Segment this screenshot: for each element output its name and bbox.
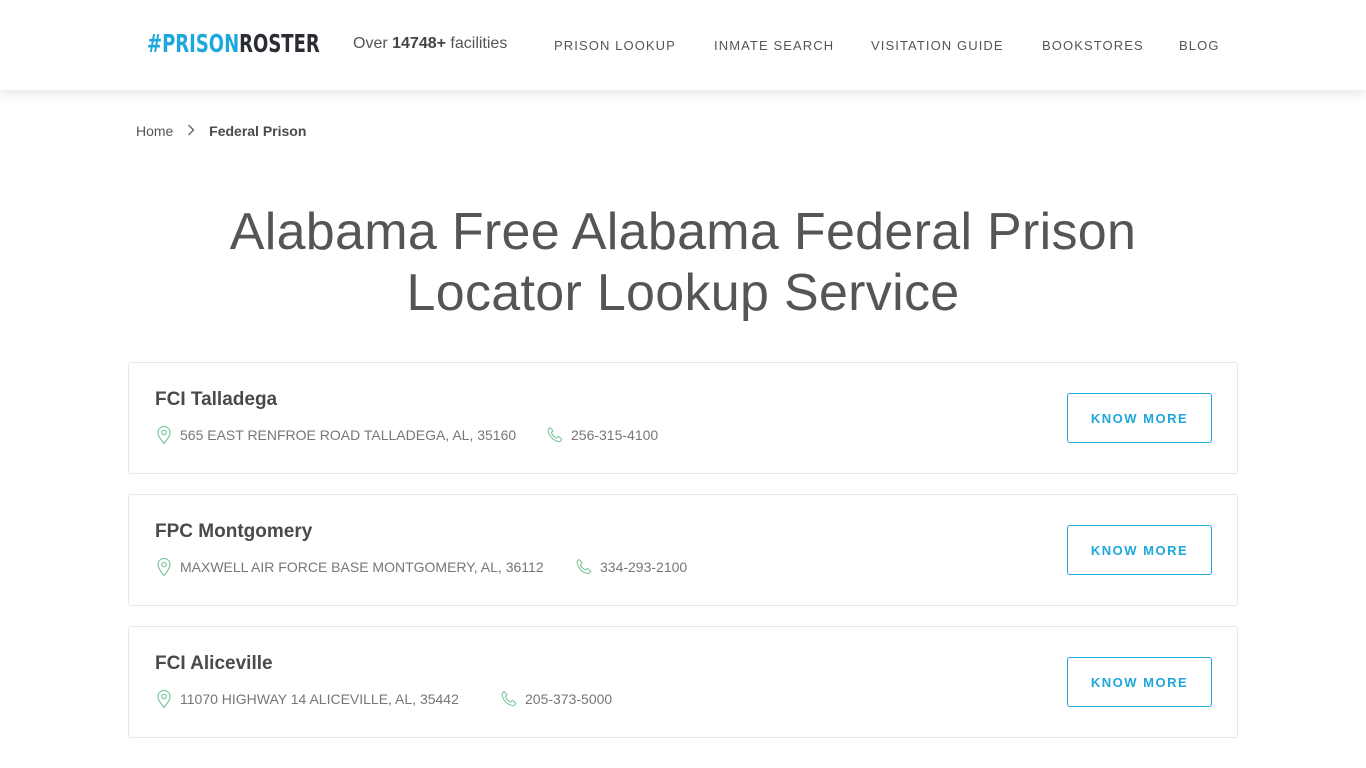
breadcrumb-current: Federal Prison — [209, 123, 307, 139]
chevron-right-icon — [183, 123, 199, 139]
know-more-button[interactable]: KNOW MORE — [1067, 525, 1212, 575]
facility-phone-text[interactable]: 256-315-4100 — [571, 427, 658, 443]
nav-inmate-search[interactable]: INMATE SEARCH — [714, 38, 834, 54]
map-pin-icon — [155, 689, 173, 709]
tagline-prefix: Over — [353, 35, 393, 52]
nav-visitation-guide[interactable]: VISITATION GUIDE — [871, 38, 1004, 54]
phone-icon — [500, 689, 518, 709]
facility-card: FPC Montgomery MAXWELL AIR FORCE BASE MO… — [128, 494, 1238, 606]
facility-address-text: 11070 HIGHWAY 14 ALICEVILLE, AL, 35442 — [180, 691, 459, 707]
phone-icon — [546, 425, 564, 445]
facility-phone: 205-373-5000 — [500, 689, 612, 709]
know-more-button[interactable]: KNOW MORE — [1067, 657, 1212, 707]
facility-phone-text[interactable]: 334-293-2100 — [600, 559, 687, 575]
facility-card: FCI Talladega 565 EAST RENFROE ROAD TALL… — [128, 362, 1238, 474]
nav-blog[interactable]: BLOG — [1179, 38, 1220, 54]
nav-prison-lookup[interactable]: PRISON LOOKUP — [554, 38, 676, 54]
facilities-count: 14748+ — [392, 35, 446, 52]
logo-hash-text: #PRISON — [147, 29, 240, 58]
breadcrumb-home[interactable]: Home — [136, 123, 173, 139]
facility-card: FCI Aliceville 11070 HIGHWAY 14 ALICEVIL… — [128, 626, 1238, 738]
map-pin-icon — [155, 557, 173, 577]
facility-address-text: 565 EAST RENFROE ROAD TALLADEGA, AL, 351… — [180, 427, 517, 443]
logo-roster-text: ROSTER — [239, 29, 320, 58]
facility-phone: 334-293-2100 — [575, 557, 687, 577]
facility-address-text: MAXWELL AIR FORCE BASE MONTGOMERY, AL, 3… — [180, 559, 544, 575]
map-pin-icon — [155, 425, 173, 445]
facility-phone: 256-315-4100 — [546, 425, 658, 445]
facility-address: 11070 HIGHWAY 14 ALICEVILLE, AL, 35442 — [155, 689, 459, 709]
site-logo[interactable]: #PRISONROSTER — [147, 28, 320, 60]
facility-name: FCI Aliceville — [155, 653, 273, 674]
nav-bookstores[interactable]: BOOKSTORES — [1042, 38, 1144, 54]
facility-address: MAXWELL AIR FORCE BASE MONTGOMERY, AL, 3… — [155, 557, 544, 577]
tagline-suffix: facilities — [445, 35, 508, 52]
site-header: #PRISONROSTER Over 14748+ facilities PRI… — [0, 0, 1366, 90]
facilities-count-tagline: Over 14748+ facilities — [353, 35, 507, 53]
facility-name: FPC Montgomery — [155, 521, 313, 542]
facility-phone-text[interactable]: 205-373-5000 — [525, 691, 612, 707]
page-title: Alabama Free Alabama Federal Prison Loca… — [229, 203, 1137, 322]
breadcrumb: Home Federal Prison — [136, 123, 306, 139]
facility-address: 565 EAST RENFROE ROAD TALLADEGA, AL, 351… — [155, 425, 516, 445]
facility-name: FCI Talladega — [155, 389, 278, 410]
know-more-button[interactable]: KNOW MORE — [1067, 393, 1212, 443]
phone-icon — [575, 557, 593, 577]
